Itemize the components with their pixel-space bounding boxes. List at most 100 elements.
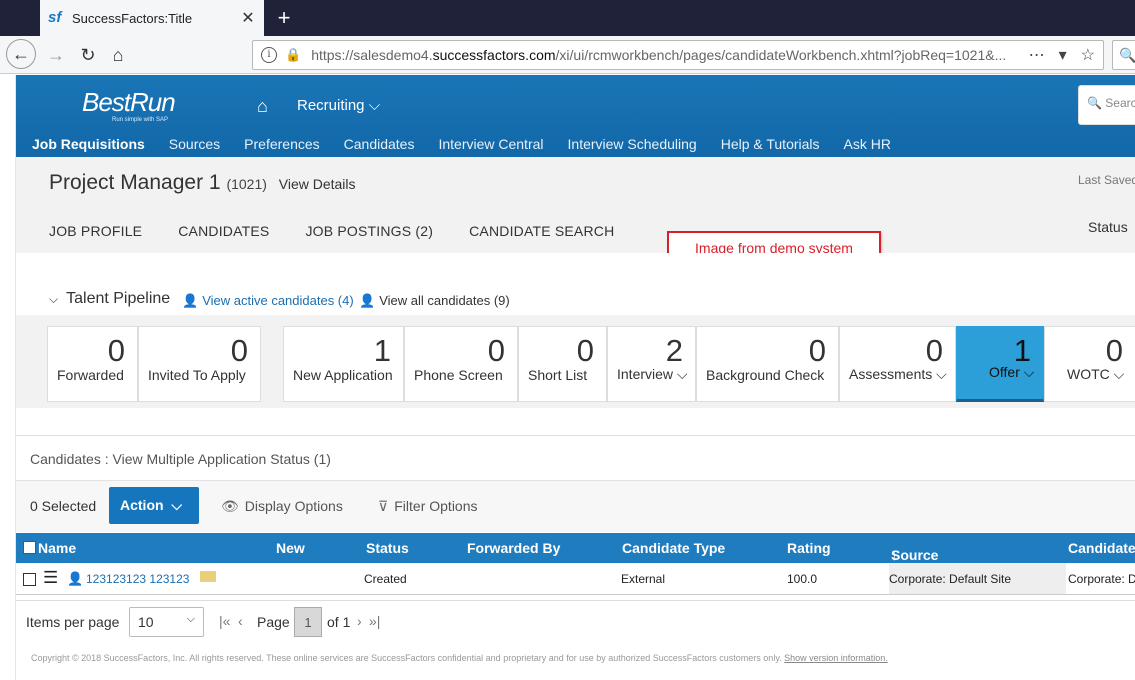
reload-icon[interactable]: ↻ xyxy=(74,41,102,69)
candidates-title: Candidates : View Multiple Application S… xyxy=(30,451,331,467)
row-checkbox[interactable] xyxy=(23,573,36,586)
stage-phone-screen[interactable]: 0 Phone Screen xyxy=(404,326,518,402)
table-header: Name New Status Forwarded By Candidate T… xyxy=(16,533,1135,563)
menu-icon[interactable]: ☰ xyxy=(43,569,58,586)
bookmark-star-icon[interactable]: ☆ xyxy=(1081,45,1095,65)
browser-search-icon[interactable]: 🔍 xyxy=(1112,40,1135,70)
main-nav: Job Requisitions Sources Preferences Can… xyxy=(16,133,903,157)
selected-count: 0 Selected xyxy=(30,498,97,514)
lock-icon[interactable]: 🔒 xyxy=(285,47,301,63)
table-row: ☰ 👤 123123123 123123 Created External 10… xyxy=(16,563,1135,595)
stage-new-application[interactable]: 1 New Application xyxy=(283,326,404,402)
eye-icon: 👁 xyxy=(221,498,239,514)
new-tab-icon[interactable]: + xyxy=(272,5,296,31)
candidates-toolbar: 0 Selected Action ⌵ 👁 Display Options ⊽ Fi… xyxy=(16,480,1135,532)
col-status[interactable]: Status xyxy=(366,540,409,556)
chevron-down-icon: ⌵ xyxy=(49,292,59,306)
sort-down-arrow-icon: ↓ xyxy=(891,547,898,563)
stage-assessments[interactable]: 0 Assessments ⌵ xyxy=(839,326,956,402)
talent-pipeline: ⌵ Talent Pipeline 👤 View active candidates… xyxy=(16,253,1135,408)
global-search-input[interactable]: 🔍 Search xyxy=(1078,85,1135,125)
close-tab-icon[interactable]: ✕ xyxy=(240,8,256,28)
candidates-table: Name New Status Forwarded By Candidate T… xyxy=(16,533,1135,595)
filter-options-button[interactable]: ⊽ Filter Options xyxy=(378,498,478,515)
info-icon[interactable]: i xyxy=(261,47,277,63)
page-title: Project Manager 1 (1021) View Details xyxy=(49,171,356,194)
url-text: https://salesdemo4.successfactors.com/xi… xyxy=(311,47,1007,63)
nav-interview-central[interactable]: Interview Central xyxy=(426,133,555,157)
display-options-button[interactable]: 👁 Display Options xyxy=(221,498,343,515)
tab-job-postings[interactable]: JOB POSTINGS (2) xyxy=(305,223,433,255)
page-number-input[interactable]: 1 xyxy=(294,607,322,637)
module-picker[interactable]: Recruiting ⌵ xyxy=(297,97,380,114)
stage-forwarded[interactable]: 0 Forwarded xyxy=(47,326,138,402)
stage-offer[interactable]: 1 Offer ⌵ xyxy=(956,326,1044,402)
pagination: Items per page 10 ⌵ |« ‹ Page 1 of 1 › »| xyxy=(16,600,1135,638)
home-icon[interactable]: ⌂ xyxy=(104,41,132,69)
successfactors-favicon-icon: sf xyxy=(48,9,62,26)
select-all-checkbox[interactable] xyxy=(23,541,36,554)
more-actions-icon[interactable]: ⋯ xyxy=(1029,45,1045,65)
profile-card-icon[interactable] xyxy=(200,571,216,582)
back-arrow-icon[interactable]: ← xyxy=(6,39,36,69)
footer: Copyright © 2018 SuccessFactors, Inc. Al… xyxy=(31,653,888,663)
last-page-icon[interactable]: »| xyxy=(369,613,380,629)
nav-candidates[interactable]: Candidates xyxy=(332,133,427,157)
prev-page-icon[interactable]: ‹ xyxy=(238,613,243,629)
browser-tab[interactable]: sf SuccessFactors:Title ✕ xyxy=(40,0,264,36)
col-new[interactable]: New xyxy=(276,540,305,556)
candidates-panel: Candidates : View Multiple Application S… xyxy=(16,435,1135,638)
view-details-link[interactable]: View Details xyxy=(279,176,356,192)
bestrun-logo[interactable]: BestRun Run simple with SAP xyxy=(82,87,176,123)
view-all-candidates-link[interactable]: 👤 View all candidates (9) xyxy=(359,293,510,309)
browser-toolbar: ← → ↻ ⌂ i 🔒 https://salesdemo4.successfa… xyxy=(0,36,1135,74)
left-gutter xyxy=(0,75,16,680)
pipeline-header: ⌵ Talent Pipeline 👤 View active candidates… xyxy=(16,253,1135,315)
person-icon: 👤 xyxy=(67,571,84,586)
view-active-candidates-link[interactable]: 👤 View active candidates (4) xyxy=(182,293,354,309)
stage-invited-to-apply[interactable]: 0 Invited To Apply xyxy=(138,326,261,402)
page-of-label: of 1 xyxy=(327,614,351,630)
col-name[interactable]: Name xyxy=(38,540,76,556)
pocket-icon[interactable]: ▾ xyxy=(1059,45,1067,65)
nav-help-tutorials[interactable]: Help & Tutorials xyxy=(709,133,832,157)
col-candidate-type[interactable]: Candidate Type xyxy=(622,540,725,556)
nav-job-requisitions[interactable]: Job Requisitions xyxy=(16,133,157,157)
items-per-page-select[interactable]: 10 ⌵ xyxy=(129,607,204,637)
home-icon[interactable]: ⌂ xyxy=(257,96,268,117)
forward-arrow-icon[interactable]: → xyxy=(42,41,70,69)
tab-candidate-search[interactable]: CANDIDATE SEARCH xyxy=(469,223,614,255)
stage-short-list[interactable]: 0 Short List xyxy=(518,326,607,402)
requisition-header: Project Manager 1 (1021) View Details La… xyxy=(16,157,1135,265)
nav-sources[interactable]: Sources xyxy=(157,133,232,157)
show-version-link[interactable]: Show version information. xyxy=(784,653,888,663)
status-label: Status xyxy=(1088,219,1128,235)
first-page-icon[interactable]: |« xyxy=(219,613,230,629)
stage-background-check[interactable]: 0 Background Check xyxy=(696,326,839,402)
filter-icon: ⊽ xyxy=(378,498,389,514)
tab-title: SuccessFactors:Title xyxy=(72,10,193,26)
person-icon: 👤 xyxy=(359,293,376,308)
tab-candidates[interactable]: CANDIDATES xyxy=(178,223,270,255)
next-page-icon[interactable]: › xyxy=(357,613,362,629)
page-label: Page xyxy=(257,614,290,630)
col-forwarded-by[interactable]: Forwarded By xyxy=(467,540,560,556)
chevron-down-icon: ⌵ xyxy=(186,613,195,625)
address-bar[interactable]: i 🔒 https://salesdemo4.successfactors.co… xyxy=(252,40,1104,70)
action-button[interactable]: Action ⌵ xyxy=(109,487,199,524)
stage-interview[interactable]: 2 Interview ⌵ xyxy=(607,326,696,402)
candidate-name-link[interactable]: 123123123 123123 xyxy=(86,572,189,586)
tab-job-profile[interactable]: JOB PROFILE xyxy=(49,223,142,255)
person-icon: 👤 xyxy=(182,293,199,308)
col-candidate[interactable]: Candidate xyxy=(1068,540,1135,556)
nav-ask-hr[interactable]: Ask HR xyxy=(832,133,903,157)
nav-preferences[interactable]: Preferences xyxy=(232,133,331,157)
page: BestRun Run simple with SAP ⌂ Recruiting… xyxy=(0,75,1135,680)
app-header: BestRun Run simple with SAP ⌂ Recruiting… xyxy=(16,75,1135,157)
col-rating[interactable]: Rating xyxy=(787,540,831,556)
pipeline-stages: 0 Forwarded 0 Invited To Apply 1 New Applic… xyxy=(47,326,1135,402)
nav-interview-scheduling[interactable]: Interview Scheduling xyxy=(556,133,709,157)
stage-wotc[interactable]: 0 WOTC ⌵ xyxy=(1044,326,1135,402)
pipeline-title[interactable]: ⌵ Talent Pipeline xyxy=(49,290,170,308)
browser-tab-bar: sf SuccessFactors:Title ✕ + xyxy=(0,0,1135,36)
